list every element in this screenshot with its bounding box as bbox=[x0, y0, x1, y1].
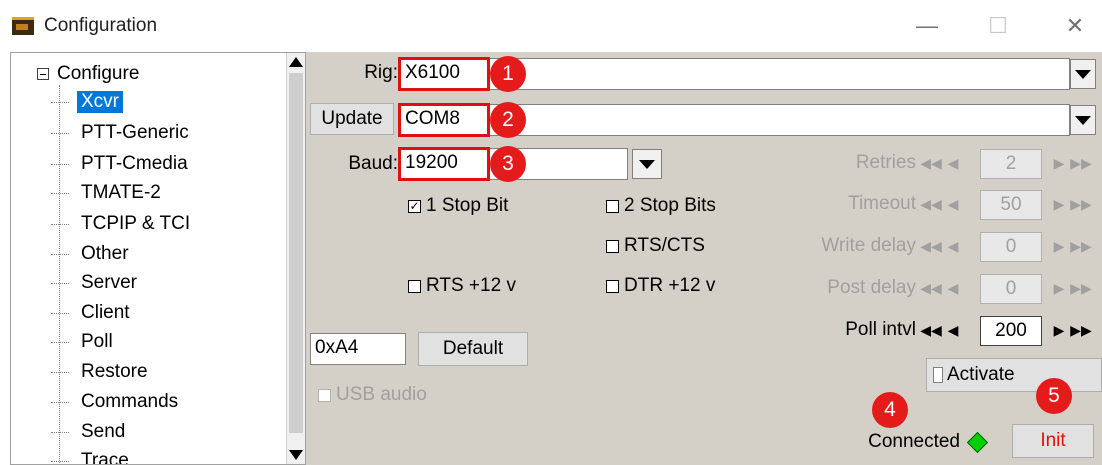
tree-scrollbar[interactable] bbox=[286, 53, 305, 464]
civ-address-input[interactable]: 0xA4 bbox=[310, 333, 406, 365]
write-delay-decrease-icon[interactable]: ◀ bbox=[944, 232, 962, 260]
toggle-indicator-icon bbox=[933, 367, 943, 383]
tree-root-configure[interactable]: Configure bbox=[37, 63, 139, 85]
retries-fast-increase-icon[interactable]: ▶▶ bbox=[1070, 149, 1092, 177]
badge-2: 2 bbox=[490, 102, 526, 138]
tree-item-tmate-2[interactable]: TMATE-2 bbox=[51, 181, 165, 205]
rtscts-checkbox[interactable]: RTS/CTS bbox=[606, 235, 705, 257]
timeout-value[interactable]: 50 bbox=[980, 190, 1042, 220]
dtr12-checkbox[interactable]: DTR +12 v bbox=[606, 275, 715, 297]
rig-label: Rig: bbox=[364, 62, 398, 83]
tree-item-ptt-cmedia[interactable]: PTT-Cmedia bbox=[51, 152, 192, 176]
tree-item-send[interactable]: Send bbox=[51, 420, 129, 444]
usb-audio-label: USB audio bbox=[336, 384, 427, 405]
scroll-up-arrow-icon[interactable] bbox=[287, 53, 305, 71]
app-icon bbox=[12, 17, 34, 35]
connection-status-icon bbox=[966, 431, 989, 454]
tree-item-xcvr[interactable]: Xcvr bbox=[51, 90, 123, 114]
tree-item-trace[interactable]: Trace bbox=[51, 449, 133, 464]
retries-value[interactable]: 2 bbox=[980, 149, 1042, 179]
port-dropdown-arrow-icon[interactable] bbox=[1070, 105, 1096, 135]
tree-item-commands[interactable]: Commands bbox=[51, 390, 182, 414]
badge-1: 1 bbox=[490, 56, 526, 92]
retries-label: Retries bbox=[855, 152, 916, 173]
highlight-box-port bbox=[398, 103, 490, 137]
post-delay-label: Post delay bbox=[827, 277, 916, 298]
retries-fast-decrease-icon[interactable]: ◀◀ bbox=[920, 149, 942, 177]
close-button[interactable]: ✕ bbox=[1052, 8, 1098, 44]
stop1-label: 1 Stop Bit bbox=[426, 195, 509, 216]
post-delay-increase-icon[interactable]: ▶ bbox=[1050, 274, 1068, 302]
poll-intvl-decrease-icon[interactable]: ◀ bbox=[944, 316, 962, 344]
maximize-button[interactable]: ☐ bbox=[975, 8, 1021, 44]
write-delay-value[interactable]: 0 bbox=[980, 232, 1042, 262]
retries-increase-icon[interactable]: ▶ bbox=[1050, 149, 1068, 177]
collapse-icon[interactable] bbox=[37, 68, 49, 80]
tree-item-ptt-generic[interactable]: PTT-Generic bbox=[51, 121, 193, 145]
tree-item-tcpip-tci[interactable]: TCPIP & TCI bbox=[51, 212, 194, 236]
highlight-box-rig bbox=[398, 57, 490, 91]
badge-5: 5 bbox=[1036, 378, 1072, 414]
write-delay-fast-increase-icon[interactable]: ▶▶ bbox=[1070, 232, 1092, 260]
scroll-down-arrow-icon[interactable] bbox=[287, 446, 305, 464]
rtscts-label: RTS/CTS bbox=[624, 235, 705, 256]
activate-label: Activate bbox=[947, 364, 1015, 385]
timeout-decrease-icon[interactable]: ◀ bbox=[944, 190, 962, 218]
init-button[interactable]: Init bbox=[1012, 424, 1094, 458]
write-delay-increase-icon[interactable]: ▶ bbox=[1050, 232, 1068, 260]
poll-intvl-value[interactable]: 200 bbox=[980, 316, 1042, 346]
tree-item-server[interactable]: Server bbox=[51, 271, 141, 295]
stop1-checkbox[interactable]: ✓ 1 Stop Bit bbox=[408, 195, 508, 217]
window-title: Configuration bbox=[44, 15, 158, 36]
tree-item-other[interactable]: Other bbox=[51, 242, 133, 266]
checkbox-checked-icon[interactable]: ✓ bbox=[408, 199, 421, 213]
stop2-checkbox[interactable]: 2 Stop Bits bbox=[606, 195, 716, 217]
retries-decrease-icon[interactable]: ◀ bbox=[944, 149, 962, 177]
tree-item-client[interactable]: Client bbox=[51, 301, 134, 325]
checkbox-icon[interactable] bbox=[408, 279, 421, 293]
checkbox-icon[interactable] bbox=[606, 199, 619, 213]
post-delay-fast-increase-icon[interactable]: ▶▶ bbox=[1070, 274, 1092, 302]
badge-4: 4 bbox=[872, 392, 908, 428]
scroll-thumb[interactable] bbox=[289, 73, 303, 433]
checkbox-icon[interactable] bbox=[606, 279, 619, 293]
post-delay-decrease-icon[interactable]: ◀ bbox=[944, 274, 962, 302]
badge-3: 3 bbox=[490, 146, 526, 182]
xcvr-settings-panel: Rig: X6100 1 Update COM8 2 Baud: 19200 3… bbox=[306, 52, 1102, 465]
stop2-label: 2 Stop Bits bbox=[624, 195, 716, 216]
write-delay-fast-decrease-icon[interactable]: ◀◀ bbox=[920, 232, 942, 260]
timeout-fast-increase-icon[interactable]: ▶▶ bbox=[1070, 190, 1092, 218]
config-tree: Configure Xcvr PTT-Generic PTT-Cmedia TM… bbox=[10, 52, 306, 465]
rts12-label: RTS +12 v bbox=[426, 275, 516, 296]
timeout-label: Timeout bbox=[848, 193, 916, 214]
highlight-box-baud bbox=[398, 147, 490, 181]
connected-status-label: Connected bbox=[868, 431, 960, 452]
usb-audio-checkbox[interactable]: USB audio bbox=[318, 384, 427, 406]
baud-dropdown-arrow-icon[interactable] bbox=[632, 149, 662, 179]
post-delay-value[interactable]: 0 bbox=[980, 274, 1042, 304]
dtr12-label: DTR +12 v bbox=[624, 275, 716, 296]
poll-intvl-increase-icon[interactable]: ▶ bbox=[1050, 316, 1068, 344]
update-button[interactable]: Update bbox=[310, 103, 394, 135]
timeout-increase-icon[interactable]: ▶ bbox=[1050, 190, 1068, 218]
poll-intvl-label: Poll intvl bbox=[845, 319, 916, 340]
poll-intvl-fast-increase-icon[interactable]: ▶▶ bbox=[1070, 316, 1092, 344]
title-bar: Configuration — ☐ ✕ bbox=[0, 0, 1102, 52]
tree-item-restore[interactable]: Restore bbox=[51, 360, 152, 384]
tree-item-poll[interactable]: Poll bbox=[51, 330, 117, 354]
checkbox-icon[interactable] bbox=[318, 388, 331, 402]
minimize-button[interactable]: — bbox=[904, 8, 950, 44]
rts12-checkbox[interactable]: RTS +12 v bbox=[408, 275, 516, 297]
tree-root-label: Configure bbox=[57, 63, 140, 84]
tree-list: Configure Xcvr PTT-Generic PTT-Cmedia TM… bbox=[11, 53, 289, 464]
post-delay-fast-decrease-icon[interactable]: ◀◀ bbox=[920, 274, 942, 302]
timeout-fast-decrease-icon[interactable]: ◀◀ bbox=[920, 190, 942, 218]
default-button[interactable]: Default bbox=[418, 332, 528, 366]
write-delay-label: Write delay bbox=[821, 235, 916, 256]
poll-intvl-fast-decrease-icon[interactable]: ◀◀ bbox=[920, 316, 942, 344]
checkbox-icon[interactable] bbox=[606, 239, 619, 253]
activate-toggle[interactable]: Activate bbox=[926, 358, 1102, 392]
rig-dropdown-arrow-icon[interactable] bbox=[1070, 59, 1096, 89]
baud-label: Baud: bbox=[348, 153, 398, 174]
